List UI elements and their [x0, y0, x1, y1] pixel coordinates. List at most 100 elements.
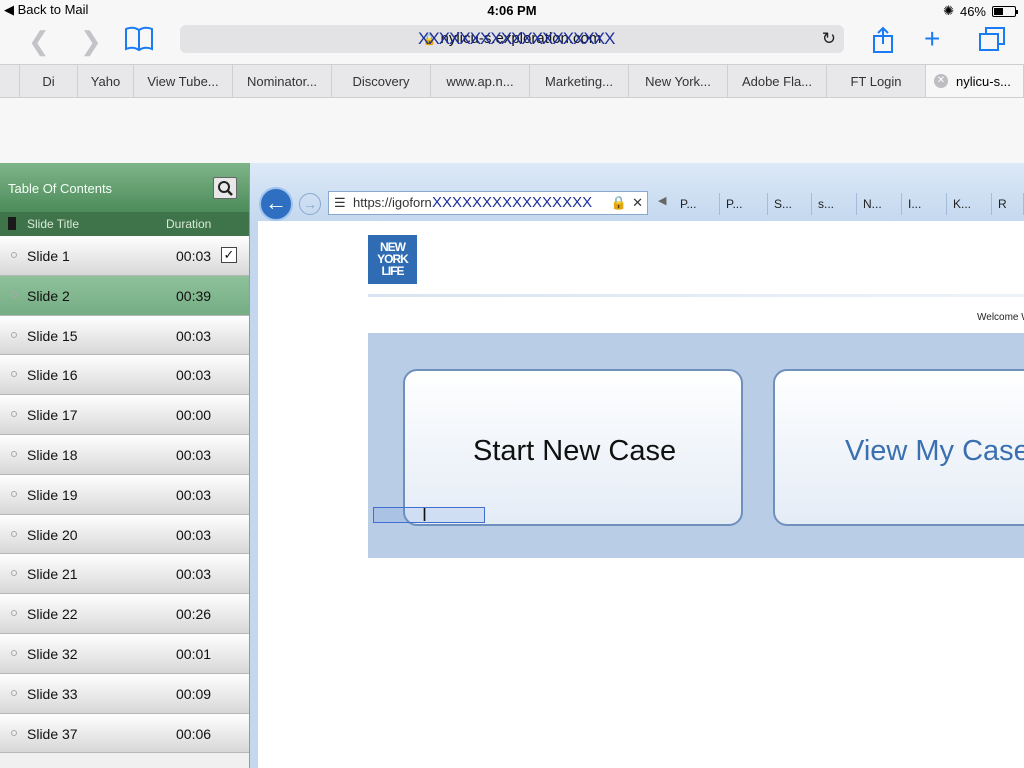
toc-row[interactable]: Slide 20 00:03 — [0, 514, 249, 555]
checkmark-icon: ✓ — [221, 247, 237, 263]
share-icon[interactable] — [872, 26, 894, 59]
text-cursor-icon: I — [422, 505, 428, 525]
slide-title: Slide 33 — [27, 685, 78, 702]
toc-row[interactable]: Slide 2 00:39 — [0, 275, 249, 316]
toc-row[interactable]: Slide 37 00:06 — [0, 713, 249, 754]
bullet-icon — [11, 291, 17, 298]
toc-row[interactable]: Slide 33 00:09 — [0, 673, 249, 714]
ie-forward-button[interactable]: → — [299, 193, 321, 215]
toc-search-button[interactable] — [213, 177, 237, 199]
tab[interactable]: Adobe Fla... — [728, 65, 827, 97]
status-indicators: ✺ 46% — [943, 3, 1018, 19]
toc-row[interactable]: Slide 17 00:00 — [0, 395, 249, 435]
address-bar[interactable]: 🔒 nylicu-s.exploration.com XXXXXXXXXXXXX… — [180, 25, 844, 53]
new-york-life-logo[interactable]: NEW YORK LIFE — [368, 235, 417, 284]
ie-tab[interactable]: S... — [768, 193, 812, 215]
stop-icon[interactable]: ✕ — [632, 192, 643, 214]
bullet-icon — [11, 450, 17, 457]
toc-row[interactable]: Slide 19 00:03 — [0, 474, 249, 515]
bookmarks-icon[interactable] — [124, 26, 154, 57]
battery-icon — [992, 5, 1018, 17]
arrow-right-icon: → — [303, 196, 317, 212]
slide-duration: 00:03 — [176, 566, 212, 583]
tab[interactable]: Di — [20, 65, 78, 97]
tab-active[interactable]: ✕ nylicu-s... — [926, 65, 1024, 97]
activity-spinner-icon: ✺ — [943, 3, 954, 18]
ie-tab[interactable]: P... — [674, 193, 720, 215]
slide-duration: 00:03 — [176, 526, 212, 543]
toc-list: Slide 1 00:03 ✓ Slide 2 00:39 Slide 15 00:03 Sl… — [0, 236, 249, 754]
tabs-icon[interactable] — [978, 26, 1006, 57]
slide-title: Slide 37 — [27, 725, 78, 742]
slide-duration: 00:26 — [176, 606, 212, 623]
redaction-scribble: XXXXXXXXXXXXXXXX — [432, 194, 593, 211]
ie-tab[interactable]: K... — [947, 193, 992, 215]
tab[interactable]: View Tube... — [134, 65, 233, 97]
bullet-icon — [11, 490, 17, 497]
slide-duration: 00:00 — [176, 407, 212, 424]
tab[interactable]: New York... — [629, 65, 728, 97]
forward-arrow-icon[interactable]: ❯ — [80, 28, 102, 54]
slide-duration: 00:01 — [176, 645, 212, 662]
col-duration: Duration — [166, 217, 212, 231]
slide-duration: 00:03 — [176, 446, 212, 463]
clock: 4:06 PM — [487, 3, 537, 18]
toc-row[interactable]: Slide 1 00:03 ✓ — [0, 236, 249, 276]
tab[interactable]: Yaho — [78, 65, 134, 97]
toc-row[interactable]: Slide 16 00:03 — [0, 355, 249, 396]
tab-scroll-left-icon[interactable]: ◀ — [658, 194, 666, 207]
ie-tab[interactable]: N... — [857, 193, 902, 215]
web-page: NEW YORK LIFE Welcome W Start New Case V… — [258, 221, 1024, 768]
bullet-icon — [11, 252, 17, 258]
toc-row[interactable]: Slide 18 00:03 — [0, 434, 249, 475]
arrow-left-icon: ← — [265, 190, 287, 215]
ie-tab[interactable]: R — [992, 193, 1024, 215]
col-slide-title: Slide Title — [27, 217, 80, 231]
start-new-case-button[interactable]: Start New Case — [403, 369, 743, 526]
reload-icon[interactable]: ↻ — [822, 25, 836, 53]
bullet-icon — [11, 411, 17, 418]
table-of-contents-panel: Table Of Contents Slide Title Duration S… — [0, 163, 250, 768]
tab[interactable]: www.ap.n... — [431, 65, 530, 97]
tab-bar: Di Yaho View Tube... Nominator... Discov… — [0, 64, 1024, 98]
ie-tab[interactable]: P... — [720, 193, 768, 215]
back-arrow-icon[interactable]: ❮ — [28, 28, 50, 54]
slide-duration: 00:03 — [176, 327, 212, 344]
view-my-case-button[interactable]: View My Case — [773, 369, 1024, 526]
tab[interactable]: Marketing... — [530, 65, 629, 97]
ie-back-button[interactable]: ← — [259, 187, 293, 221]
case-actions-panel: Start New Case View My Case — [368, 333, 1024, 558]
header-divider — [368, 294, 1024, 297]
tab[interactable]: Nominator... — [233, 65, 332, 97]
tab[interactable] — [0, 65, 20, 97]
slide-duration: 00:09 — [176, 685, 212, 702]
safari-toolbar: ❮ ❯ 🔒 nylicu-s.exploration.com XXXXXXXXX… — [0, 20, 1024, 62]
toc-row[interactable]: Slide 22 00:26 — [0, 594, 249, 634]
toc-row[interactable]: Slide 15 00:03 — [0, 315, 249, 356]
slide-title: Slide 15 — [27, 327, 78, 344]
view-my-case-label: View My Case — [845, 435, 1024, 467]
tab[interactable]: Discovery — [332, 65, 431, 97]
bullet-icon — [11, 331, 17, 338]
ie-toolbar: ← → ☰ https://igoforn XXXXXXXXXXXXXXXX 🔒… — [250, 163, 1024, 221]
tab[interactable]: FT Login — [827, 65, 926, 97]
bullet-icon — [11, 729, 17, 736]
ie-tab[interactable]: I... — [902, 193, 947, 215]
ie-tab[interactable]: s... — [812, 193, 857, 215]
toc-row[interactable]: Slide 21 00:03 — [0, 554, 249, 595]
bullet-icon — [11, 689, 17, 696]
bullet-icon — [11, 530, 17, 537]
close-tab-icon[interactable]: ✕ — [934, 74, 948, 88]
slide-title: Slide 20 — [27, 526, 78, 543]
toc-title: Table Of Contents — [8, 181, 113, 196]
bookmark-icon — [8, 217, 16, 230]
slide-title: Slide 19 — [27, 486, 78, 503]
bullet-icon — [11, 570, 17, 577]
slide-title: Slide 17 — [27, 407, 78, 424]
ie-address-bar[interactable]: ☰ https://igoforn XXXXXXXXXXXXXXXX 🔒 ✕ — [328, 191, 648, 215]
plus-icon[interactable]: + — [924, 23, 940, 55]
text-selection-box[interactable] — [373, 507, 485, 523]
bullet-icon — [11, 649, 17, 656]
toc-row[interactable]: Slide 32 00:01 — [0, 633, 249, 674]
lock-icon: 🔒 — [610, 195, 627, 210]
